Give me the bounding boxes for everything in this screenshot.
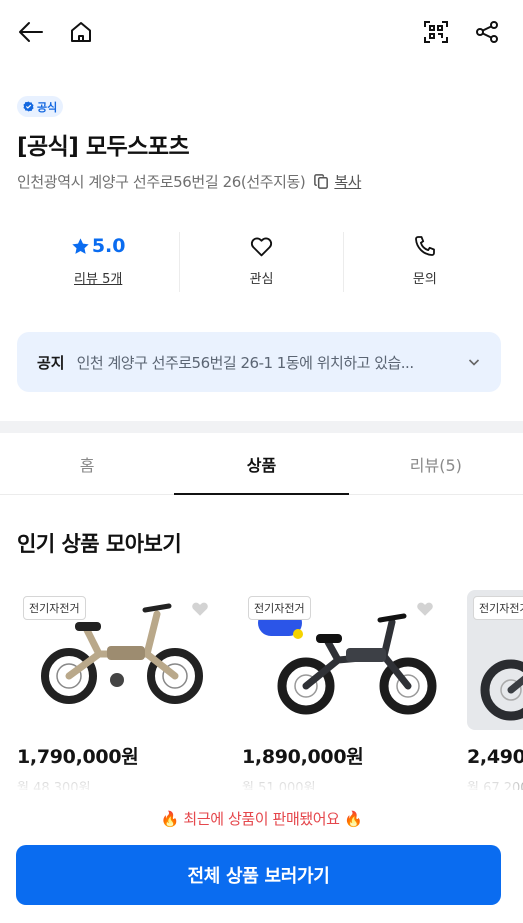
product-price: 1,890,000원 bbox=[242, 746, 364, 768]
share-button[interactable] bbox=[469, 14, 505, 50]
contact-stat[interactable]: 문의 bbox=[342, 232, 506, 292]
notice-label: 공지 bbox=[37, 353, 65, 372]
notice-text: 인천 계양구 선주로56번길 26-1 1동에 위치하고 있습... bbox=[76, 353, 415, 372]
product-image: 전기자전거 bbox=[467, 590, 523, 730]
verified-icon bbox=[23, 101, 34, 112]
top-bar bbox=[0, 0, 523, 66]
phone-icon bbox=[414, 236, 435, 256]
fire-icon: 🔥 bbox=[160, 810, 180, 828]
heart-icon bbox=[250, 237, 273, 256]
popular-section-title: 인기 상품 모아보기 bbox=[17, 532, 182, 556]
view-all-products-button[interactable]: 전체 상품 보러가기 bbox=[16, 845, 501, 905]
product-image: 전기자전거 bbox=[17, 590, 225, 730]
category-tag: 전기자전거 bbox=[23, 596, 86, 620]
heart-icon[interactable] bbox=[414, 598, 436, 620]
product-card[interactable]: 전기자전거 2,490,000원 월 67,200원 bbox=[467, 590, 523, 790]
notice-bar[interactable]: 공지 인천 계양구 선주로56번길 26-1 1동에 위치하고 있습... bbox=[17, 332, 501, 392]
rating-stat[interactable]: 5.0 리뷰 5개 bbox=[17, 232, 179, 292]
home-button[interactable] bbox=[63, 14, 99, 50]
product-monthly-price: 월 51,000원 bbox=[242, 781, 316, 790]
review-count-link[interactable]: 리뷰 5개 bbox=[74, 268, 122, 287]
home-icon bbox=[71, 22, 91, 42]
qr-scan-button[interactable] bbox=[418, 14, 454, 50]
back-arrow-icon bbox=[19, 22, 43, 42]
recent-sale-message: 🔥 최근에 상품이 판매됐어요 🔥 bbox=[0, 808, 523, 829]
product-monthly-price: 월 67,200원 bbox=[467, 781, 523, 790]
rating-value: 5.0 bbox=[91, 235, 126, 257]
store-info: 공식 [공식] 모두스포츠 인천광역시 계양구 선주로56번길 26(선주지동)… bbox=[17, 96, 506, 192]
star-icon bbox=[72, 237, 89, 254]
product-carousel[interactable]: 전기자전거 1,790,000원 월 48,300원 전기자전거 1,890,0… bbox=[17, 590, 523, 790]
product-price: 2,490,000원 bbox=[467, 746, 523, 768]
heart-icon[interactable] bbox=[189, 598, 211, 620]
address-row: 인천광역시 계양구 선주로56번길 26(선주지동) 복사 bbox=[17, 171, 506, 192]
product-image: 전기자전거 bbox=[242, 590, 450, 730]
like-label: 관심 bbox=[249, 272, 274, 287]
fire-icon: 🔥 bbox=[343, 810, 363, 828]
contact-label: 문의 bbox=[412, 272, 437, 287]
official-badge-label: 공식 bbox=[37, 100, 58, 114]
tab-home[interactable]: 홈 bbox=[0, 433, 174, 494]
back-button[interactable] bbox=[13, 14, 49, 50]
official-badge: 공식 bbox=[17, 96, 64, 117]
copy-address-button[interactable]: 복사 bbox=[313, 171, 362, 192]
store-address: 인천광역시 계양구 선주로56번길 26(선주지동) bbox=[17, 173, 306, 191]
product-price: 1,790,000원 bbox=[17, 746, 139, 768]
section-divider bbox=[0, 421, 523, 433]
category-tag: 전기자전거 bbox=[473, 596, 523, 620]
store-stats: 5.0 리뷰 5개 관심 문의 bbox=[17, 232, 506, 292]
product-card[interactable]: 전기자전거 1,790,000원 월 48,300원 bbox=[17, 590, 225, 790]
copy-label: 복사 bbox=[334, 173, 362, 191]
chevron-down-icon bbox=[468, 359, 480, 366]
bottom-action-area: 🔥 최근에 상품이 판매됐어요 🔥 전체 상품 보러가기 bbox=[0, 790, 523, 923]
share-icon bbox=[476, 21, 498, 43]
category-tag: 전기자전거 bbox=[248, 596, 311, 620]
tab-reviews[interactable]: 리뷰(5) bbox=[349, 433, 523, 494]
store-name: [공식] 모두스포츠 bbox=[17, 134, 190, 160]
qr-scan-icon bbox=[424, 21, 448, 43]
tab-products[interactable]: 상품 bbox=[174, 433, 349, 495]
product-card[interactable]: 전기자전거 1,890,000원 월 51,000원 bbox=[242, 590, 450, 790]
product-monthly-price: 월 48,300원 bbox=[17, 781, 91, 790]
rating-value-row: 5.0 bbox=[71, 232, 126, 260]
copy-icon bbox=[314, 174, 329, 189]
store-tabs: 홈 상품 리뷰(5) bbox=[0, 433, 523, 495]
recent-sale-text: 최근에 상품이 판매됐어요 bbox=[183, 810, 340, 828]
like-stat[interactable]: 관심 bbox=[179, 232, 342, 292]
